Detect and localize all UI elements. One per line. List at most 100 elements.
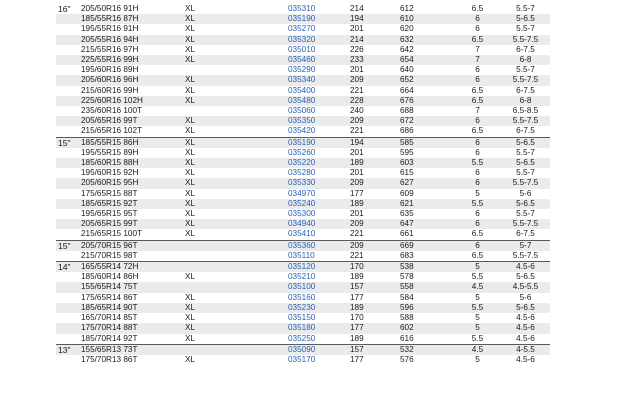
tire-size: 155/65R14 75T: [79, 282, 185, 293]
value-3: 6.5: [454, 34, 501, 45]
value-2: 627: [400, 178, 454, 189]
xl-marker: XL: [185, 313, 288, 324]
value-3: 5: [454, 188, 501, 199]
tire-size: 205/60R16 96H: [79, 75, 185, 86]
value-range: 5.5-7.5: [501, 219, 550, 230]
value-1: 177: [350, 354, 400, 366]
value-3: 6: [454, 168, 501, 179]
value-2: 672: [400, 116, 454, 127]
rim-label: [56, 302, 79, 314]
value-range: 6.5-8.5: [501, 106, 550, 117]
table-row: 205/55R16 94H XL 035320 214 632 6.5 5.5-7.5: [56, 34, 550, 45]
value-3: 6: [454, 116, 501, 127]
value-range: 5.5-7.5: [501, 250, 550, 262]
value-3: 5: [454, 261, 501, 273]
article-code: 035480: [288, 95, 350, 107]
xl-marker: XL: [185, 188, 288, 199]
value-range: 5.5-7.5: [501, 116, 550, 127]
value-3: 6: [454, 24, 501, 35]
rim-label: [56, 85, 79, 96]
rim-label: [56, 116, 79, 127]
value-1: 201: [350, 65, 400, 76]
article-code: 035460: [288, 55, 350, 66]
tire-size: 185/60R14 86H: [79, 272, 185, 283]
xl-marker: [185, 282, 288, 293]
article-code: 035270: [288, 24, 350, 35]
value-1: 189: [350, 272, 400, 283]
value-2: 688: [400, 106, 454, 117]
value-2: 661: [400, 229, 454, 241]
tire-size: 205/65R16 99T: [79, 116, 185, 127]
value-2: 652: [400, 75, 454, 86]
table-row: 195/60R15 92H XL 035280 201 615 6 5.5-7: [56, 168, 550, 179]
rim-label: [56, 178, 79, 189]
tire-size: 165/55R14 72H: [79, 261, 185, 273]
value-1: 214: [350, 4, 400, 15]
rim-label: [56, 250, 79, 262]
table-row: 185/60R15 88H XL 035220 189 603 5.5 5-6.5: [56, 158, 550, 169]
value-3: 6.5: [454, 85, 501, 96]
value-range: 5.5-7: [501, 4, 550, 15]
article-code: 035240: [288, 198, 350, 210]
value-1: 209: [350, 75, 400, 86]
value-range: 4.5-6: [501, 261, 550, 273]
tire-size: 225/55R16 99H: [79, 55, 185, 66]
value-range: 5-6: [501, 188, 550, 199]
value-3: 5: [454, 313, 501, 324]
value-1: 226: [350, 44, 400, 56]
value-3: 4.5: [454, 343, 501, 355]
value-1: 170: [350, 313, 400, 324]
value-3: 6.5: [454, 4, 501, 15]
table-row: 175/65R14 86T XL 035160 177 584 5 5-6: [56, 292, 550, 303]
rim-label: [56, 147, 79, 159]
value-2: 620: [400, 24, 454, 35]
value-2: 654: [400, 55, 454, 66]
value-1: 189: [350, 198, 400, 210]
value-3: 5.5: [454, 302, 501, 314]
xl-marker: XL: [185, 219, 288, 230]
xl-marker: XL: [185, 272, 288, 283]
article-code: 035170: [288, 354, 350, 366]
tire-size: 165/70R14 85T: [79, 313, 185, 324]
article-code: 034940: [288, 219, 350, 230]
table-row: 235/60R16 100T 035060 240 688 7 6.5-8.5: [56, 106, 550, 117]
tire-size: 235/60R16 100T: [79, 106, 185, 117]
table-row: 185/65R14 90T XL 035230 189 596 5.5 5-6.5: [56, 302, 550, 314]
value-2: 588: [400, 313, 454, 324]
value-3: 6: [454, 239, 501, 251]
value-1: 177: [350, 292, 400, 303]
value-range: 5.5-7: [501, 147, 550, 159]
rim-label: [56, 158, 79, 169]
value-1: 233: [350, 55, 400, 66]
value-range: 4.5-6: [501, 354, 550, 366]
article-code: 035260: [288, 147, 350, 159]
tire-size: 185/65R15 92T: [79, 198, 185, 210]
table-row: 195/60R16 89H 035290 201 640 6 5.5-7: [56, 65, 550, 76]
tire-size: 205/50R16 91H: [79, 4, 185, 15]
xl-marker: XL: [185, 85, 288, 96]
value-range: 5.5-7: [501, 209, 550, 220]
value-2: 610: [400, 14, 454, 25]
tire-size: 175/65R14 86T: [79, 292, 185, 303]
xl-marker: XL: [185, 34, 288, 45]
table-row: 185/65R15 92T XL 035240 189 621 5.5 5-6.5: [56, 198, 550, 210]
table-row: 16" 205/50R16 91H XL 035310 214 612 6.5 5.5-7: [56, 4, 550, 15]
rim-label: [56, 44, 79, 56]
tire-size: 175/70R14 88T: [79, 323, 185, 334]
rim-label: [56, 188, 79, 199]
xl-marker: XL: [185, 75, 288, 86]
table-row: 185/60R14 86H XL 035210 189 578 5.5 5-6.5: [56, 272, 550, 283]
value-3: 5.5: [454, 198, 501, 210]
value-1: 201: [350, 24, 400, 35]
xl-marker: XL: [185, 354, 288, 366]
tire-size: 195/65R15 95T: [79, 209, 185, 220]
tire-size: 195/55R15 89H: [79, 147, 185, 159]
table-row: 195/55R15 89H XL 035260 201 595 6 5.5-7: [56, 147, 550, 159]
rim-label: [56, 34, 79, 45]
value-range: 5.5-7.5: [501, 178, 550, 189]
table-row: 15" 185/55R15 86H XL 035190 194 585 6 5-6.5: [56, 136, 550, 148]
value-range: 6-7.5: [501, 85, 550, 96]
value-2: 621: [400, 198, 454, 210]
rim-label: [56, 106, 79, 117]
value-3: 5: [454, 354, 501, 366]
